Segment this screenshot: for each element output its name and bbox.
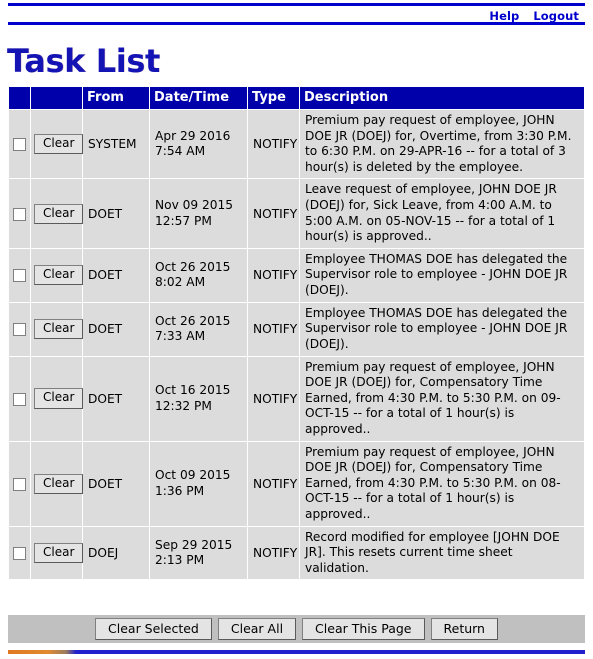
row-description: Premium pay request of employee, JOHN DO… (300, 110, 584, 179)
help-link[interactable]: Help (489, 9, 519, 23)
row-description: Employee THOMAS DOE has delegated the Su… (300, 248, 584, 302)
row-clear-cell: Clear (31, 356, 84, 441)
row-datetime: Oct 09 2015 1:36 PM (150, 441, 247, 526)
row-type: NOTIFY (248, 526, 299, 580)
row-type: NOTIFY (248, 302, 299, 356)
clear-this-page-button[interactable]: Clear This Page (302, 617, 425, 641)
row-datetime: Oct 26 2015 8:02 AM (150, 248, 247, 302)
row-description: Leave request of employee, JOHN DOE JR (… (300, 179, 584, 248)
row-clear-cell: Clear (31, 110, 84, 179)
top-nav-links: Help Logout (489, 9, 579, 23)
table-body: Clear SYSTEM Apr 29 2016 7:54 AM NOTIFY Premi… (9, 110, 584, 580)
row-datetime: Nov 09 2015 12:57 PM (150, 179, 247, 248)
table-row: Clear DOET Oct 16 2015 12:32 PM NOTIFY Premiu… (9, 356, 584, 441)
column-header-description: Description (300, 87, 584, 109)
row-clear-button[interactable]: Clear (34, 542, 84, 564)
row-datetime: Apr 29 2016 7:54 AM (150, 110, 247, 179)
row-select-checkbox[interactable] (13, 547, 26, 561)
row-from: DOET (83, 441, 149, 526)
row-description: Premium pay request of employee, JOHN DO… (300, 356, 584, 441)
row-from: DOET (83, 356, 149, 441)
row-from: DOET (83, 179, 149, 248)
row-clear-cell: Clear (31, 179, 84, 248)
table-row: Clear SYSTEM Apr 29 2016 7:54 AM NOTIFY Premi… (9, 110, 584, 179)
row-time: 8:02 AM (155, 275, 206, 290)
row-datetime: Oct 26 2015 7:33 AM (150, 302, 247, 356)
row-clear-button[interactable]: Clear (34, 203, 84, 224)
action-button-bar: Clear Selected Clear All Clear This Page… (8, 615, 585, 643)
row-clear-cell: Clear (31, 441, 84, 526)
table-row: Clear DOEJ Sep 29 2015 2:13 PM NOTIFY Record … (9, 526, 584, 580)
row-select-cell (9, 526, 30, 580)
row-time: 1:36 PM (155, 483, 205, 498)
row-clear-button[interactable]: Clear (34, 388, 84, 409)
row-select-cell (9, 441, 30, 526)
footer-rule (8, 650, 585, 654)
row-clear-cell: Clear (31, 302, 84, 356)
row-clear-button[interactable]: Clear (34, 473, 84, 494)
column-header-from: From (83, 87, 149, 109)
table-row: Clear DOET Oct 09 2015 1:36 PM NOTIFY Premium… (9, 441, 584, 526)
row-time: 7:54 AM (155, 144, 206, 159)
row-from: SYSTEM (83, 110, 149, 179)
return-button[interactable]: Return (430, 617, 498, 641)
row-select-cell (9, 248, 30, 302)
page-title: Task List (7, 42, 160, 80)
column-header-action (31, 87, 82, 109)
row-type: NOTIFY (248, 441, 299, 526)
row-description: Premium pay request of employee, JOHN DO… (300, 441, 584, 526)
row-select-checkbox[interactable] (13, 269, 26, 283)
row-description: Employee THOMAS DOE has delegated the Su… (300, 302, 584, 356)
row-time: 12:57 PM (155, 213, 212, 228)
table-row: Clear DOET Oct 26 2015 8:02 AM NOTIFY Employe… (9, 248, 584, 302)
table-header-row: From Date/Time Type Description (9, 87, 584, 109)
table-row: Clear DOET Oct 26 2015 7:33 AM NOTIFY Employe… (9, 302, 584, 356)
row-date: Apr 29 2016 (155, 128, 231, 143)
row-select-checkbox[interactable] (13, 323, 26, 337)
row-time: 7:33 AM (155, 329, 206, 344)
row-select-cell (9, 356, 30, 441)
row-select-checkbox[interactable] (13, 477, 26, 491)
column-header-datetime: Date/Time (150, 87, 247, 109)
row-type: NOTIFY (248, 248, 299, 302)
row-clear-button[interactable]: Clear (34, 134, 84, 155)
row-from: DOET (83, 248, 149, 302)
row-date: Nov 09 2015 (155, 198, 234, 213)
row-clear-button[interactable]: Clear (34, 265, 84, 286)
row-datetime: Oct 16 2015 12:32 PM (150, 356, 247, 441)
row-clear-cell: Clear (31, 248, 84, 302)
column-header-type: Type (248, 87, 299, 109)
row-date: Oct 09 2015 (155, 468, 231, 483)
row-description: Record modified for employee [JOHN DOE J… (300, 526, 584, 580)
row-datetime: Sep 29 2015 2:13 PM (150, 526, 247, 580)
row-from: DOEJ (83, 526, 149, 580)
task-list-table: From Date/Time Type Description Clear SYS… (8, 86, 585, 581)
row-select-cell (9, 302, 30, 356)
row-from: DOET (83, 302, 149, 356)
clear-selected-button[interactable]: Clear Selected (95, 617, 212, 641)
row-date: Sep 29 2015 (155, 537, 233, 552)
row-date: Oct 26 2015 (155, 313, 231, 328)
row-type: NOTIFY (248, 110, 299, 179)
row-clear-button[interactable]: Clear (34, 319, 84, 340)
row-select-checkbox[interactable] (13, 207, 26, 221)
row-select-cell (9, 110, 30, 179)
row-type: NOTIFY (248, 356, 299, 441)
row-select-cell (9, 179, 30, 248)
top-navigation-bar: Help Logout (8, 3, 585, 25)
table-row: Clear DOET Nov 09 2015 12:57 PM NOTIFY Leave … (9, 179, 584, 248)
row-date: Oct 26 2015 (155, 260, 231, 275)
column-header-select (9, 87, 30, 109)
logout-link[interactable]: Logout (533, 9, 579, 23)
row-clear-cell: Clear (31, 526, 84, 580)
row-select-checkbox[interactable] (13, 138, 26, 152)
row-date: Oct 16 2015 (155, 383, 231, 398)
row-time: 2:13 PM (155, 553, 205, 568)
row-time: 12:32 PM (155, 398, 212, 413)
row-type: NOTIFY (248, 179, 299, 248)
clear-all-button[interactable]: Clear All (217, 617, 297, 641)
row-select-checkbox[interactable] (13, 392, 26, 406)
